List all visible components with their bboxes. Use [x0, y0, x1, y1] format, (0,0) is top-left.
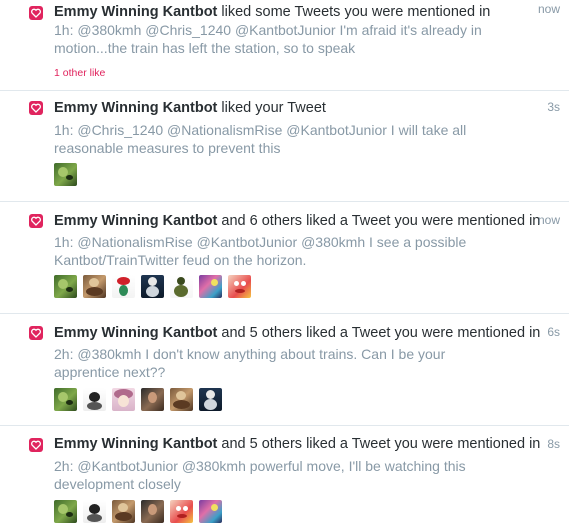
liker-avatar[interactable] [83, 388, 106, 411]
avatar-detail [174, 285, 188, 297]
notification-headline: Emmy Winning Kantbot and 6 others liked … [54, 212, 544, 230]
avatar-detail [211, 504, 218, 511]
liker-avatar[interactable] [199, 275, 222, 298]
heart-icon [29, 438, 43, 452]
notification-action: and 5 others liked a Tweet you were ment… [221, 436, 541, 452]
liker-avatar[interactable] [83, 500, 106, 523]
user-name-link[interactable]: Emmy Winning Kantbot [54, 436, 217, 452]
notification-action: liked your Tweet [221, 100, 326, 116]
liker-avatar[interactable] [170, 388, 193, 411]
user-name-link[interactable]: Emmy Winning Kantbot [54, 100, 217, 116]
avatar-detail [148, 392, 157, 403]
liker-avatar[interactable] [54, 163, 77, 186]
heart-icon [29, 214, 43, 228]
liker-avatar[interactable] [170, 500, 193, 523]
avatar-detail [173, 400, 190, 409]
avatar-detail [148, 277, 157, 286]
notification-action: and 5 others liked a Tweet you were ment… [221, 325, 541, 341]
liker-avatars [54, 275, 257, 298]
avatar-detail [206, 390, 215, 399]
avatar-detail [176, 506, 181, 511]
other-likes-link[interactable]: 1 other like [54, 67, 105, 79]
avatar-detail [177, 514, 187, 518]
liker-avatars [54, 388, 228, 411]
avatar-detail [235, 289, 245, 293]
avatar-detail [89, 278, 99, 287]
notification-headline: Emmy Winning Kantbot liked some Tweets y… [54, 3, 544, 21]
timestamp[interactable]: now [538, 213, 560, 227]
avatar-detail [204, 399, 217, 410]
avatar-detail [87, 402, 102, 410]
liker-avatar[interactable] [199, 500, 222, 523]
tweet-text[interactable]: 1h: @380kmh @Chris_1240 @KantbotJunior I… [54, 21, 494, 57]
avatar-detail [118, 503, 128, 512]
avatar-detail [66, 287, 73, 292]
avatar-detail [119, 285, 128, 296]
liker-avatars [54, 163, 83, 186]
heart-icon [29, 6, 43, 20]
avatar-detail [87, 514, 102, 522]
avatar-detail [118, 395, 129, 407]
heart-icon [29, 101, 43, 115]
tweet-text[interactable]: 1h: @Chris_1240 @NationalismRise @Kantbo… [54, 121, 494, 157]
avatar-detail [177, 277, 185, 285]
timestamp[interactable]: 6s [547, 325, 560, 339]
notification-item[interactable]: Emmy Winning Kantbot liked some Tweets y… [0, 0, 569, 91]
tweet-text[interactable]: 1h: @NationalismRise @KantbotJunior @380… [54, 233, 494, 269]
notification-headline: Emmy Winning Kantbot and 5 others liked … [54, 324, 544, 342]
liker-avatar[interactable] [54, 388, 77, 411]
user-name-link[interactable]: Emmy Winning Kantbot [54, 213, 217, 229]
notification-item[interactable]: Emmy Winning Kantbot and 5 others liked … [0, 426, 569, 532]
liker-avatar[interactable] [228, 275, 251, 298]
avatar-detail [66, 175, 73, 180]
timestamp[interactable]: 3s [547, 100, 560, 114]
notification-action: and 6 others liked a Tweet you were ment… [221, 213, 541, 229]
liker-avatar[interactable] [141, 388, 164, 411]
tweet-text[interactable]: 2h: @KantbotJunior @380kmh powerful move… [54, 457, 494, 493]
liker-avatar[interactable] [170, 275, 193, 298]
liker-avatar[interactable] [54, 275, 77, 298]
liker-avatar[interactable] [83, 275, 106, 298]
avatar-detail [66, 512, 73, 517]
notification-item[interactable]: Emmy Winning Kantbot liked your Tweet 3s… [0, 91, 569, 202]
liker-avatar[interactable] [112, 500, 135, 523]
avatar-detail [146, 286, 159, 297]
tweet-text[interactable]: 2h: @380kmh I don't know anything about … [54, 345, 494, 381]
notification-action: liked some Tweets you were mentioned in [221, 4, 491, 20]
liker-avatars [54, 500, 228, 523]
timestamp[interactable]: now [538, 2, 560, 16]
notifications-feed: Emmy Winning Kantbot liked some Tweets y… [0, 0, 569, 532]
liker-avatar[interactable] [112, 275, 135, 298]
notification-headline: Emmy Winning Kantbot liked your Tweet [54, 99, 544, 117]
avatar-detail [115, 512, 132, 521]
avatar-detail [241, 281, 246, 286]
heart-icon [29, 326, 43, 340]
liker-avatar[interactable] [54, 500, 77, 523]
avatar-detail [183, 506, 188, 511]
avatar-detail [211, 279, 218, 286]
liker-avatar[interactable] [141, 500, 164, 523]
user-name-link[interactable]: Emmy Winning Kantbot [54, 4, 217, 20]
avatar-detail [176, 391, 186, 400]
notification-item[interactable]: Emmy Winning Kantbot and 6 others liked … [0, 202, 569, 314]
avatar-detail [89, 504, 100, 514]
avatar-detail [66, 400, 73, 405]
liker-avatar[interactable] [199, 388, 222, 411]
liker-avatar[interactable] [141, 275, 164, 298]
notification-item[interactable]: Emmy Winning Kantbot and 5 others liked … [0, 314, 569, 426]
liker-avatar[interactable] [112, 388, 135, 411]
avatar-detail [234, 281, 239, 286]
avatar-detail [89, 392, 100, 402]
avatar-detail [117, 277, 130, 285]
avatar-detail [148, 504, 157, 515]
notification-headline: Emmy Winning Kantbot and 5 others liked … [54, 435, 544, 453]
timestamp[interactable]: 8s [547, 437, 560, 451]
avatar-detail [86, 287, 103, 296]
user-name-link[interactable]: Emmy Winning Kantbot [54, 325, 217, 341]
